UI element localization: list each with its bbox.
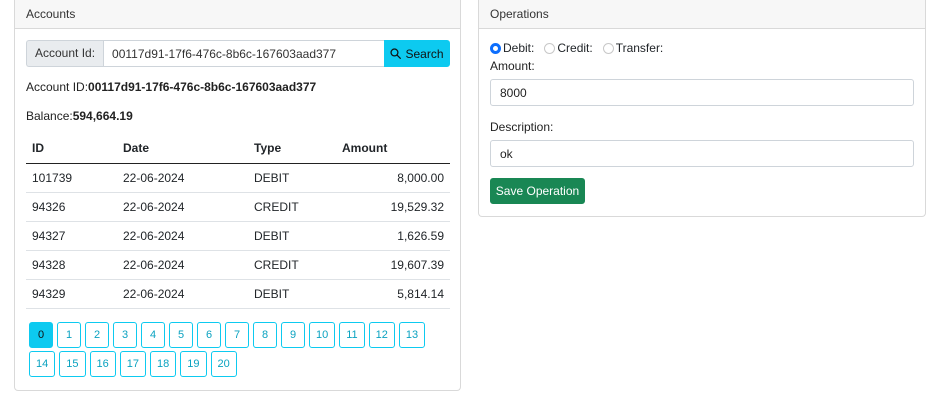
radio-label: Credit: xyxy=(557,41,593,55)
search-button[interactable]: Search xyxy=(384,40,450,67)
page-button-4[interactable]: 4 xyxy=(141,322,165,348)
page-button-3[interactable]: 3 xyxy=(113,322,137,348)
accounts-card: Accounts Account Id: Search Account ID:0… xyxy=(14,0,461,391)
accounts-header: Accounts xyxy=(15,0,460,29)
page-button-14[interactable]: 14 xyxy=(29,351,56,377)
page-button-13[interactable]: 13 xyxy=(398,322,426,348)
save-operation-button[interactable]: Save Operation xyxy=(490,178,585,204)
radio-button[interactable] xyxy=(602,42,614,54)
page-button-8[interactable]: 8 xyxy=(253,322,277,348)
table-row: 94327 22-06-2024 DEBIT 1,626.59 xyxy=(26,221,450,251)
account-id-input[interactable] xyxy=(103,40,384,67)
page-button-18[interactable]: 18 xyxy=(150,351,177,377)
search-icon xyxy=(390,48,402,59)
cell-type: DEBIT xyxy=(248,279,338,309)
account-id-caption: Account ID: xyxy=(26,80,89,94)
cell-amount: 19,607.39 xyxy=(338,250,450,280)
radio-button[interactable] xyxy=(490,42,501,54)
operations-header: Operations xyxy=(479,0,925,29)
radio-button[interactable] xyxy=(544,42,556,54)
pagination: 0 1 2 3 4 5 6 7 8 9 10 11 12 13 14 15 16 17 18 19 20 xyxy=(29,322,439,377)
radio-transfer[interactable]: Transfer: xyxy=(602,41,664,55)
cell-id: 94326 xyxy=(26,192,117,222)
account-id-value: 00117d91-17f6-476c-8b6c-167603aad377 xyxy=(88,80,317,94)
operation-type-radios: Debit: Credit: Transfer: xyxy=(490,41,663,55)
cell-type: DEBIT xyxy=(248,163,338,193)
page-button-17[interactable]: 17 xyxy=(119,351,146,377)
page-button-9[interactable]: 9 xyxy=(281,322,305,348)
cell-id: 94327 xyxy=(26,221,117,251)
page-button-5[interactable]: 5 xyxy=(169,322,193,348)
radio-label: Transfer: xyxy=(615,41,664,55)
radio-debit[interactable]: Debit: xyxy=(490,41,534,55)
page-button-7[interactable]: 7 xyxy=(225,322,249,348)
cell-type: CREDIT xyxy=(248,192,338,222)
amount-label: Amount: xyxy=(490,59,535,73)
table-row: 94328 22-06-2024 CREDIT 19,607.39 xyxy=(26,250,450,280)
column-header-type: Type xyxy=(248,134,338,164)
cell-id: 94329 xyxy=(26,279,117,309)
radio-credit[interactable]: Credit: xyxy=(544,41,593,55)
cell-amount: 5,814.14 xyxy=(338,279,450,309)
cell-date: 22-06-2024 xyxy=(117,221,248,251)
amount-input[interactable] xyxy=(490,79,914,106)
page-button-0[interactable]: 0 xyxy=(29,322,53,348)
table-row: 94326 22-06-2024 CREDIT 19,529.32 xyxy=(26,192,450,222)
column-header-id: ID xyxy=(26,134,117,164)
description-label: Description: xyxy=(490,120,554,134)
cell-id: 101739 xyxy=(26,163,117,193)
balance-caption: Balance: xyxy=(26,109,73,123)
cell-id: 94328 xyxy=(26,250,117,280)
table-header-row: ID Date Type Amount xyxy=(26,134,450,164)
transactions-table: ID Date Type Amount 101739 22-06-2024 DEBI… xyxy=(26,134,450,309)
cell-amount: 8,000.00 xyxy=(338,163,450,193)
cell-date: 22-06-2024 xyxy=(117,163,248,193)
account-id-line: Account ID:00117d91-17f6-476c-8b6c-16760… xyxy=(26,80,316,94)
page-button-12[interactable]: 12 xyxy=(368,322,395,348)
page-button-20[interactable]: 20 xyxy=(210,351,237,377)
page-button-15[interactable]: 15 xyxy=(59,351,86,377)
search-button-label: Search xyxy=(405,46,444,61)
page-button-1[interactable]: 1 xyxy=(57,322,81,348)
description-input[interactable] xyxy=(490,140,914,167)
balance-value: 594,664.19 xyxy=(72,109,133,123)
column-header-date: Date xyxy=(117,134,248,164)
account-search-group: Account Id: Search xyxy=(26,40,450,67)
cell-amount: 19,529.32 xyxy=(338,192,450,222)
operations-card: Operations Debit: Credit: Transfer: Amount… xyxy=(478,0,926,217)
page-button-11[interactable]: 11 xyxy=(339,322,365,348)
page-button-2[interactable]: 2 xyxy=(85,322,109,348)
column-header-amount: Amount xyxy=(338,134,450,164)
cell-date: 22-06-2024 xyxy=(117,192,248,222)
cell-type: DEBIT xyxy=(248,221,338,251)
page-button-10[interactable]: 10 xyxy=(309,322,336,348)
cell-amount: 1,626.59 xyxy=(338,221,450,251)
radio-label: Debit: xyxy=(503,41,535,55)
balance-line: Balance:594,664.19 xyxy=(26,109,133,123)
table-row: 94329 22-06-2024 DEBIT 5,814.14 xyxy=(26,279,450,309)
cell-type: CREDIT xyxy=(248,250,338,280)
page-button-16[interactable]: 16 xyxy=(89,351,116,377)
table-row: 101739 22-06-2024 DEBIT 8,000.00 xyxy=(26,163,450,193)
cell-date: 22-06-2024 xyxy=(117,279,248,309)
cell-date: 22-06-2024 xyxy=(117,250,248,280)
account-id-label: Account Id: xyxy=(26,40,104,67)
page-button-19[interactable]: 19 xyxy=(180,351,207,377)
page-button-6[interactable]: 6 xyxy=(197,322,221,348)
